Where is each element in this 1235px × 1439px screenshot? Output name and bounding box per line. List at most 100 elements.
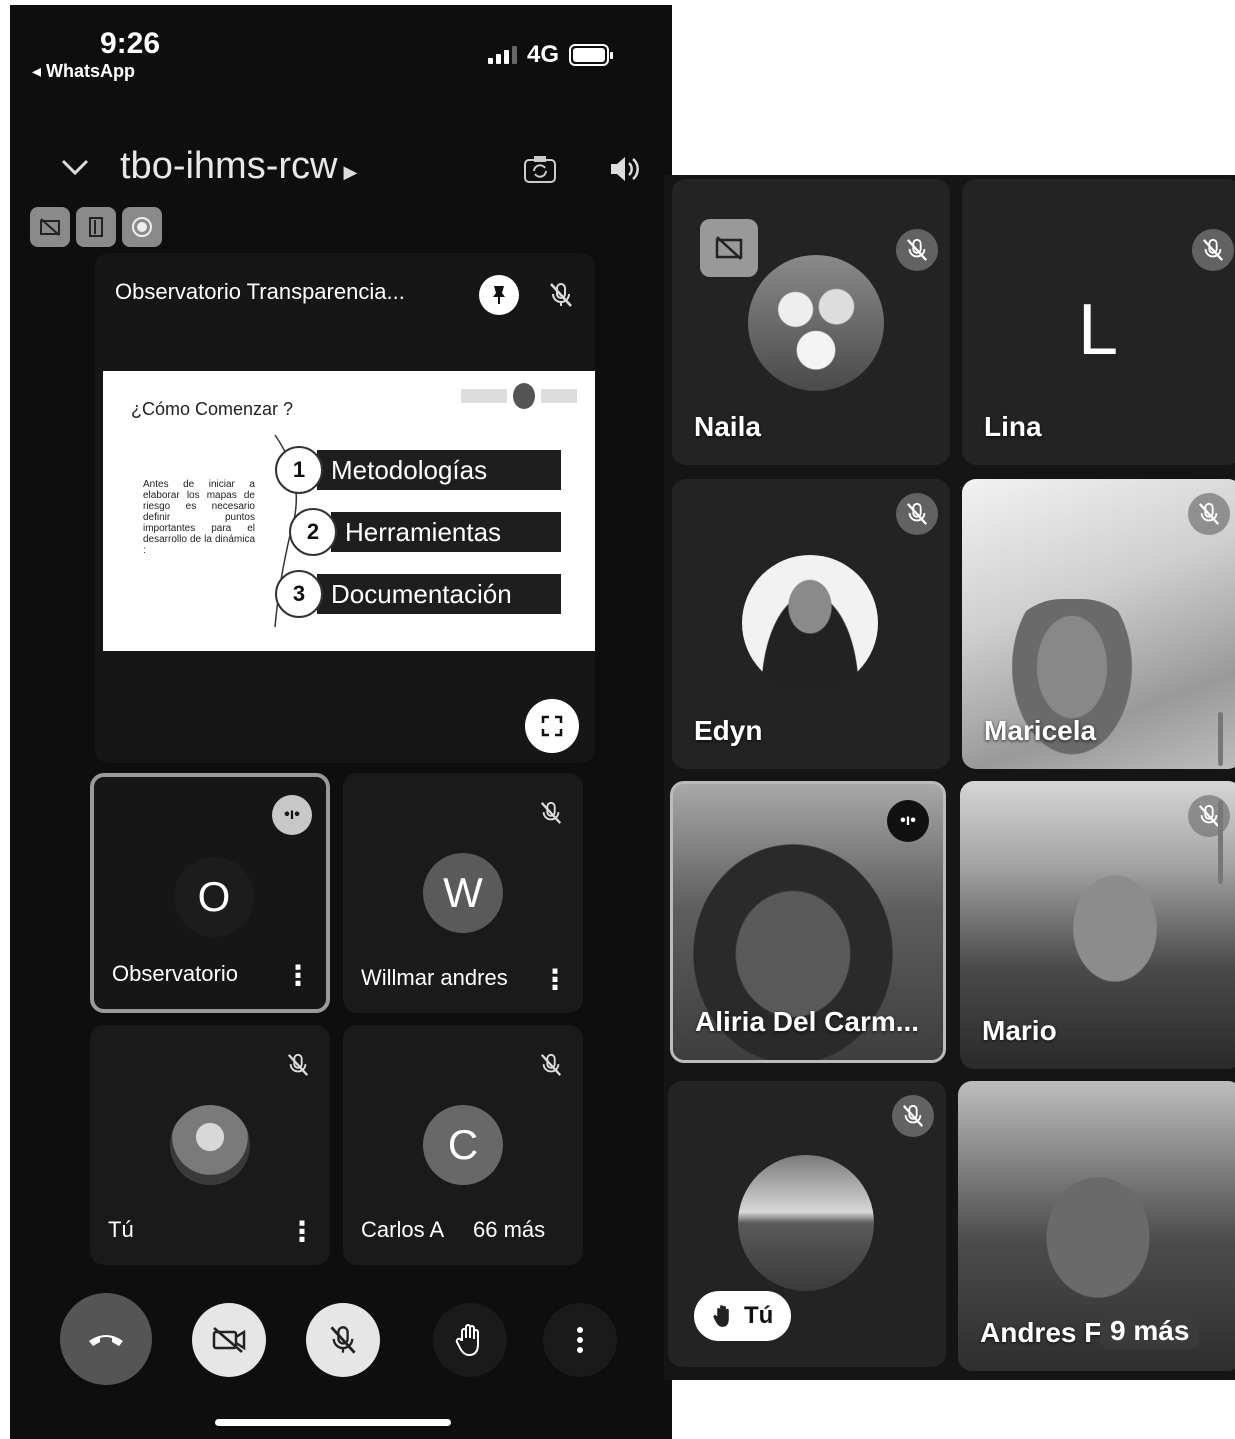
slide-item-label: Documentación: [317, 574, 561, 614]
pin-icon[interactable]: [479, 275, 519, 315]
avatar-photo: [748, 255, 884, 391]
participant-tile-observatorio[interactable]: •ı• O Observatorio ⋮: [90, 773, 330, 1013]
participant-name: Maricela: [984, 715, 1097, 746]
grid-tile-overflow[interactable]: Andres F 9 más: [958, 1081, 1235, 1371]
slide-title: ¿Cómo Comenzar ?: [131, 399, 294, 419]
avatar: C: [423, 1105, 503, 1185]
fullscreen-icon[interactable]: [525, 699, 579, 753]
mic-off-icon: [330, 1326, 356, 1354]
mic-off-icon: [278, 1045, 318, 1085]
slide-item: 3 Documentación: [275, 570, 561, 618]
meeting-code: tbo-ihms-rcw: [120, 145, 338, 187]
grid-tile-aliria[interactable]: •ı• Aliria Del Carm...: [670, 781, 946, 1063]
avatar: W: [423, 853, 503, 933]
meeting-indicators: [30, 207, 162, 247]
meeting-code-link[interactable]: tbo-ihms-rcw ▶: [120, 145, 357, 188]
avatar: O: [174, 857, 254, 937]
switch-camera-icon[interactable]: [520, 149, 560, 189]
end-call-button[interactable]: [60, 1293, 152, 1385]
home-indicator[interactable]: [215, 1419, 451, 1426]
scrollbar[interactable]: [1218, 712, 1223, 766]
self-avatar-photo: [170, 1105, 250, 1185]
participant-name: Edyn: [694, 715, 763, 746]
participant-name: Observatorio: [112, 961, 238, 986]
video-feed: [1050, 861, 1180, 1011]
more-options-button[interactable]: [543, 1303, 617, 1377]
grid-tile-maricela[interactable]: Maricela: [962, 479, 1235, 769]
presenter-title: Observatorio Transparencia...: [115, 279, 405, 304]
mic-off-icon: [896, 493, 938, 535]
participant-name: Tú: [108, 1217, 134, 1242]
raise-hand-button[interactable]: [433, 1303, 507, 1377]
grid-tile-edyn[interactable]: Edyn: [672, 479, 950, 769]
participant-tile-willmar[interactable]: W Willmar andres ⋮: [343, 773, 583, 1013]
mic-off-icon: [1192, 229, 1234, 271]
speaking-indicator-icon: •ı•: [272, 795, 312, 835]
presentation-tile[interactable]: Observatorio Transparencia... ¿Cómo Come…: [95, 253, 595, 763]
participant-grid: Naila L Lina Edyn Maricela •ı• Aliria De…: [664, 175, 1235, 1380]
phone-hangup-icon: [89, 1335, 123, 1346]
more-vertical-icon: [577, 1327, 583, 1353]
call-controls: [55, 1293, 617, 1385]
participant-name: Andres F: [980, 1317, 1102, 1348]
meeting-header: tbo-ihms-rcw ▶: [60, 145, 357, 188]
camera-toggle-button[interactable]: [192, 1303, 266, 1377]
grid-tile-self[interactable]: Tú: [668, 1081, 946, 1367]
participant-name: Carlos A: [361, 1217, 445, 1242]
participant-name: Naila: [694, 411, 761, 442]
door-icon: [76, 207, 116, 247]
network-type: 4G: [527, 41, 560, 68]
more-options-icon[interactable]: ⋮: [284, 962, 312, 990]
participant-name: Lina: [984, 411, 1042, 442]
scrollbar[interactable]: [1218, 800, 1223, 884]
more-options-icon[interactable]: ⋮: [541, 966, 569, 994]
mic-off-icon: [531, 793, 571, 833]
signal-icon: [488, 46, 517, 64]
more-participants-count[interactable]: 66 más: [473, 1217, 545, 1243]
back-to-app-link[interactable]: ◂ WhatsApp: [32, 61, 135, 82]
self-avatar-photo: [738, 1155, 874, 1291]
participant-tile-self[interactable]: Tú ⋮: [90, 1025, 330, 1265]
hand-icon: [713, 1305, 729, 1327]
battery-icon: [569, 44, 614, 66]
avatar-initial: L: [1078, 290, 1119, 370]
mic-off-icon: [896, 229, 938, 271]
recording-icon: [122, 207, 162, 247]
mic-toggle-button[interactable]: [306, 1303, 380, 1377]
shared-slide: ¿Cómo Comenzar ? Antes de iniciar a elab…: [103, 371, 595, 651]
slide-item-label: Metodologías: [317, 450, 561, 490]
collapse-chevron-icon[interactable]: [60, 147, 100, 186]
caret-right-icon: ▶: [343, 162, 358, 182]
grid-tile-naila[interactable]: Naila: [672, 179, 950, 465]
grid-tile-mario[interactable]: Mario: [960, 781, 1235, 1069]
slide-item-number: 3: [275, 570, 323, 618]
slide-item: 1 Metodologías: [275, 446, 561, 494]
slide-item: 2 Herramientas: [289, 508, 561, 556]
speaking-indicator-icon: •ı•: [887, 800, 929, 842]
mic-off-icon: [1188, 795, 1230, 837]
status-time: 9:26: [100, 27, 161, 60]
slide-item-number: 1: [275, 446, 323, 494]
participant-tile-overflow[interactable]: C Carlos A 66 más: [343, 1025, 583, 1265]
mic-off-icon: [531, 1045, 571, 1085]
participant-name: Willmar andres: [361, 965, 508, 990]
mic-off-icon: [1188, 493, 1230, 535]
slide-logo: [461, 383, 577, 409]
status-indicators: 4G: [488, 41, 614, 69]
slide-item-label: Herramientas: [331, 512, 561, 552]
speaker-icon[interactable]: [604, 149, 644, 189]
more-participants-count[interactable]: 9 más: [1100, 1313, 1200, 1349]
avatar-photo: [742, 555, 878, 691]
video-feed: [1018, 1161, 1178, 1331]
camera-off-indicator-icon: [700, 219, 758, 277]
participant-name: Aliria Del Carm...: [695, 1006, 920, 1037]
slide-item-number: 2: [289, 508, 337, 556]
camera-off-indicator-icon: [30, 207, 70, 247]
participant-name: Tú: [744, 1302, 774, 1329]
mic-off-icon: [892, 1095, 934, 1137]
raised-hand-badge: Tú: [694, 1291, 792, 1341]
camera-off-icon: [212, 1327, 246, 1353]
grid-tile-lina[interactable]: L Lina: [962, 179, 1235, 465]
slide-description: Antes de iniciar a elaborar los mapas de…: [143, 479, 255, 556]
more-options-icon[interactable]: ⋮: [288, 1218, 316, 1246]
